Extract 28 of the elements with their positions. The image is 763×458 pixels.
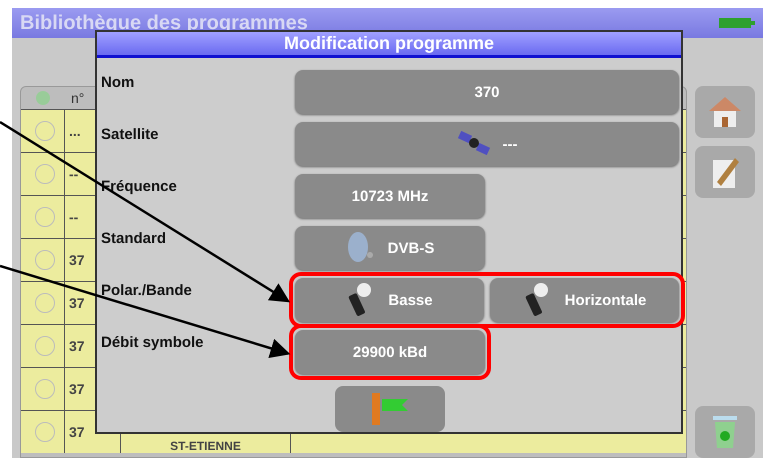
field-label: Nom xyxy=(101,73,136,91)
dialog-title: Modification programme xyxy=(97,32,681,58)
home-button[interactable] xyxy=(695,86,755,138)
delete-button[interactable] xyxy=(695,406,755,458)
value-field[interactable]: 370 xyxy=(295,70,679,114)
value-field[interactable]: 10723 MHz xyxy=(295,174,485,218)
radio-button[interactable] xyxy=(34,379,54,399)
home-icon xyxy=(707,95,743,129)
globe-icon xyxy=(33,90,53,106)
trash-icon xyxy=(711,414,739,450)
value-field[interactable]: 29900 kBd xyxy=(295,330,485,374)
option-button[interactable]: DVB-S xyxy=(295,226,485,270)
radio-button[interactable] xyxy=(34,164,54,184)
radio-button[interactable] xyxy=(34,250,54,270)
radio-button[interactable] xyxy=(34,207,54,227)
radio-button[interactable] xyxy=(34,293,54,313)
battery-icon xyxy=(719,17,755,29)
option-button[interactable]: Horizontale xyxy=(490,278,679,322)
save-button[interactable] xyxy=(335,386,445,432)
radio-button[interactable] xyxy=(34,121,54,141)
option-button[interactable]: Basse xyxy=(295,278,484,322)
option-button[interactable]: --- xyxy=(295,122,679,166)
edit-button[interactable] xyxy=(695,146,755,198)
radio-button[interactable] xyxy=(34,422,54,442)
screen-title: Bibliothèque des programmes xyxy=(20,12,308,34)
column-header: n° xyxy=(70,90,86,106)
radio-button[interactable] xyxy=(34,336,54,356)
satellite-dish-icon xyxy=(346,231,376,265)
